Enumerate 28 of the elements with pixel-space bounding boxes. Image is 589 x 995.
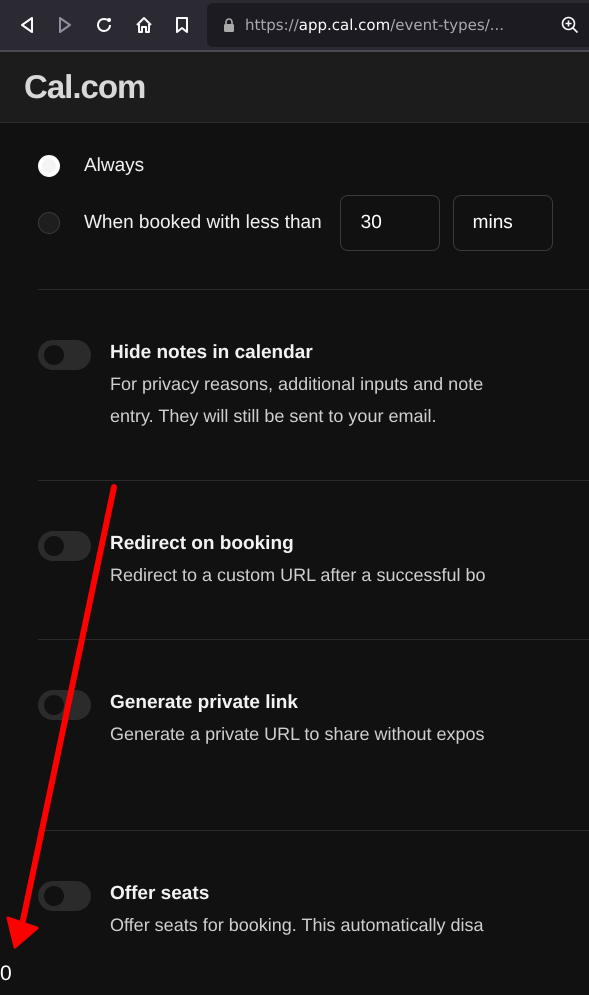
setting-title: Redirect on booking <box>110 532 295 556</box>
lock-icon <box>223 18 235 32</box>
footer-text: 0 <box>0 962 12 985</box>
setting-title: Offer seats <box>110 882 210 906</box>
toggle-switch[interactable] <box>38 340 91 370</box>
radio-button[interactable] <box>38 212 60 234</box>
zoom-icon[interactable] <box>561 16 579 34</box>
toggle-switch[interactable] <box>38 881 91 911</box>
number-field[interactable]: 30 <box>340 195 440 251</box>
reload-icon[interactable] <box>95 16 113 34</box>
radio-label[interactable]: Always <box>84 155 144 177</box>
setting-description: Generate a private URL to share without expos <box>110 723 485 746</box>
back-icon[interactable] <box>19 16 35 34</box>
logo[interactable]: Cal.com <box>24 68 146 106</box>
setting-description: entry. They will still be sent to your email. <box>110 405 438 428</box>
unit-dropdown[interactable]: mins <box>452 195 553 251</box>
setting-title: Generate private link <box>110 691 299 715</box>
address-bar[interactable]: https://app.cal.com/event-types/... <box>207 3 589 47</box>
setting-description: For privacy reasons, additional inputs and note <box>110 373 484 396</box>
forward-icon[interactable] <box>57 16 73 34</box>
home-icon[interactable] <box>135 16 153 34</box>
url-text: https://app.cal.com/event-types/... <box>245 16 506 34</box>
setting-description: Redirect to a custom URL after a successful bo <box>110 564 486 587</box>
toggle-switch[interactable] <box>38 531 91 561</box>
setting-description: Offer seats for booking. This automatically disa <box>110 914 484 937</box>
setting-title: Hide notes in calendar <box>110 341 314 365</box>
radio-label[interactable]: When booked with less than <box>84 212 322 234</box>
bookmark-icon[interactable] <box>175 16 189 34</box>
